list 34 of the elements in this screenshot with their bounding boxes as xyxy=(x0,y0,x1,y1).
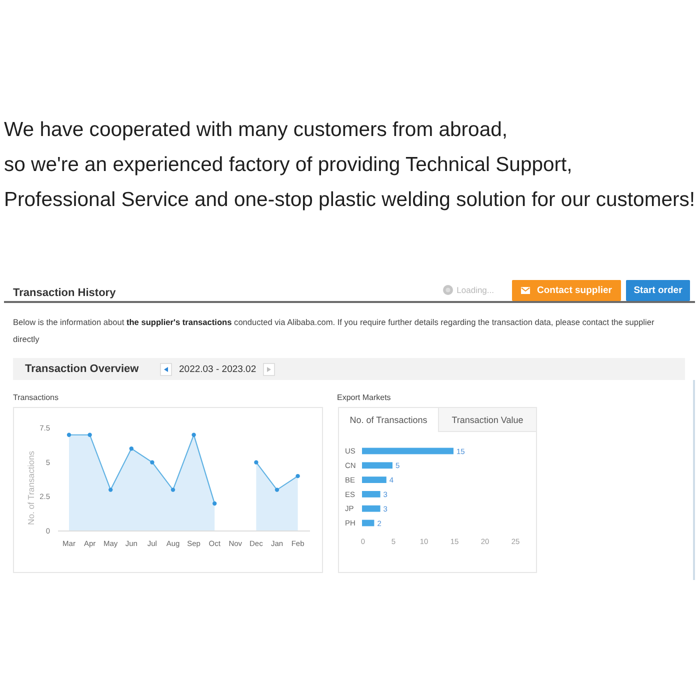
panel-title: Transaction History xyxy=(13,286,116,298)
section-label: Export Markets xyxy=(337,392,391,404)
tab[interactable]: Transaction Value xyxy=(438,408,536,432)
data-point xyxy=(254,460,258,464)
bar xyxy=(362,520,374,526)
spinner-icon xyxy=(442,285,453,295)
overview-title: Transaction Overview xyxy=(25,363,140,375)
data-point xyxy=(108,488,113,492)
bar xyxy=(362,476,386,483)
data-point xyxy=(170,488,176,492)
data-point xyxy=(296,474,300,478)
data-point xyxy=(66,432,72,437)
data-point xyxy=(274,488,280,492)
section-label: Transactions xyxy=(13,392,58,404)
caret-left-icon xyxy=(164,366,168,372)
intro-text: so we're an experienced factory of providing Technical Support, xyxy=(4,153,572,178)
bar xyxy=(362,462,392,469)
data-point xyxy=(88,432,92,437)
bar xyxy=(362,505,380,512)
description-text: Below is the information about the supplier's transactions conducted via Alibaba.com. If you require further details regarding the transaction data, please contact the supplier directly xyxy=(13,316,656,346)
loading-text: Loading... xyxy=(456,285,494,295)
intro-text: Professional Service and one-stop plastic welding solution for our customers! xyxy=(4,188,696,213)
data-point xyxy=(150,460,154,464)
bar xyxy=(362,491,380,498)
caret-right-icon xyxy=(267,366,272,372)
previous-button[interactable] xyxy=(160,362,172,376)
data-point xyxy=(192,432,196,437)
axis-title: No. of Transactions xyxy=(26,450,36,526)
date-range: 2022.03 - 2023.02 xyxy=(179,364,256,374)
intro-text: We have cooperated with many customers from abroad, xyxy=(4,118,508,143)
data-point xyxy=(212,501,217,506)
start-order-button[interactable]: Start order xyxy=(626,280,690,300)
envelope-icon xyxy=(521,286,530,294)
data-point xyxy=(129,446,134,451)
